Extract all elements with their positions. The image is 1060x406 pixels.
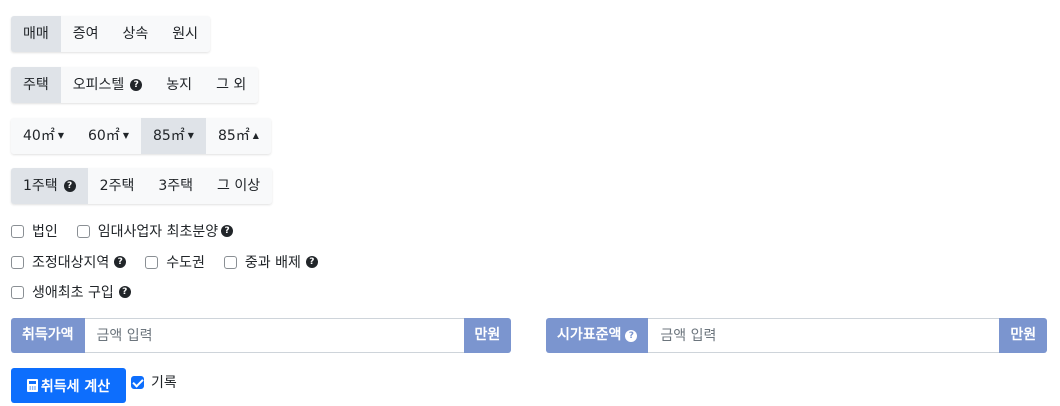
- acquisition-price-label: 취득가액: [11, 318, 85, 353]
- caret-down-icon: ▼: [122, 131, 129, 140]
- area-60[interactable]: 60㎡ ▼: [75, 118, 141, 154]
- area-40[interactable]: 40㎡ ▼: [11, 118, 76, 154]
- trade-type-original[interactable]: 원시: [160, 16, 211, 52]
- corporation-label: 법인: [32, 224, 58, 240]
- acquisition-price-group: 취득가액 만원: [11, 318, 512, 353]
- regulated-area-label: 조정대상지역: [32, 255, 110, 271]
- calculate-tax-label: 취득세 계산: [40, 378, 111, 395]
- property-type-group: 주택 오피스텔 ? 농지 그 외: [11, 67, 259, 103]
- standard-price-input[interactable]: [648, 318, 1000, 353]
- heavy-tax-exclusion-label: 중과 배제: [244, 255, 301, 271]
- acquisition-price-input[interactable]: [84, 318, 464, 353]
- question-circle-icon[interactable]: ?: [221, 225, 234, 237]
- house-count-1[interactable]: 1주택 ?: [11, 168, 88, 204]
- trade-type-gift[interactable]: 증여: [60, 16, 111, 52]
- property-type-farmland[interactable]: 농지: [154, 67, 205, 103]
- house-count-3[interactable]: 3주택: [146, 168, 206, 204]
- caret-down-icon: ▼: [57, 131, 64, 140]
- acquisition-price-unit: 만원: [463, 318, 512, 353]
- checkbox[interactable]: [76, 224, 90, 238]
- calculate-tax-button[interactable]: 취득세 계산: [11, 368, 126, 403]
- standard-price-unit: 만원: [999, 318, 1048, 353]
- area-85-below[interactable]: 85㎡ ▼: [140, 118, 206, 154]
- standard-price-label: 시가표준액: [557, 327, 622, 343]
- checkbox[interactable]: [145, 255, 159, 269]
- house-count-2[interactable]: 2주택: [87, 168, 147, 204]
- caret-up-icon: ▲: [252, 131, 259, 140]
- capital-area-check[interactable]: 수도권: [145, 252, 205, 272]
- trade-type-group: 매매 증여 상속 원시: [11, 16, 211, 52]
- area-group: 40㎡ ▼ 60㎡ ▼ 85㎡ ▼ 85㎡ ▲: [11, 118, 271, 154]
- checkbox[interactable]: [131, 375, 144, 389]
- tax-calculator: 매매 증여 상속 원시 주택 오피스텔 ? 농지 그 외 40㎡ ▼ 60㎡ ▼…: [0, 0, 1060, 406]
- checkbox-row-1: 법인 임대사업자 최초분양 ?: [11, 221, 252, 241]
- first-purchase-label: 생애최초 구입: [32, 285, 114, 301]
- property-type-officetel-label: 오피스텔: [72, 77, 125, 93]
- heavy-tax-exclusion-check[interactable]: 중과 배제 ?: [223, 252, 318, 272]
- capital-area-label: 수도권: [166, 255, 205, 271]
- house-count-group: 1주택 ? 2주택 3주택 그 이상: [11, 168, 273, 204]
- checkbox[interactable]: [11, 285, 24, 299]
- house-count-1-label: 1주택: [23, 178, 58, 194]
- question-circle-icon[interactable]: ?: [114, 256, 127, 268]
- corporation-check[interactable]: 법인: [11, 221, 58, 241]
- record-check[interactable]: 기록: [131, 372, 177, 392]
- question-circle-icon[interactable]: ?: [625, 329, 638, 342]
- area-85-above[interactable]: 85㎡ ▲: [205, 118, 271, 154]
- property-type-officetel[interactable]: 오피스텔 ?: [60, 67, 155, 103]
- question-circle-icon[interactable]: ?: [305, 256, 318, 268]
- question-circle-icon[interactable]: ?: [118, 286, 131, 298]
- property-type-other[interactable]: 그 외: [204, 67, 259, 103]
- checkbox-row-3: 생애최초 구입 ?: [11, 282, 150, 302]
- house-count-more[interactable]: 그 이상: [205, 168, 273, 204]
- question-circle-icon[interactable]: ?: [63, 180, 76, 192]
- rental-first-sale-label: 임대사업자 최초분양: [97, 224, 219, 240]
- caret-down-icon: ▼: [187, 131, 194, 140]
- trade-type-inheritance[interactable]: 상속: [110, 16, 161, 52]
- area-85-above-label: 85㎡: [217, 128, 250, 144]
- checkbox-row-2: 조정대상지역 ? 수도권 중과 배제 ?: [11, 252, 337, 272]
- calculator-icon: [26, 379, 38, 392]
- standard-price-addon: 시가표준액 ?: [546, 318, 649, 353]
- property-type-house[interactable]: 주택: [11, 67, 61, 103]
- area-85-below-label: 85㎡: [152, 128, 185, 144]
- checkbox[interactable]: [11, 224, 24, 238]
- checkbox[interactable]: [11, 255, 24, 269]
- area-40-label: 40㎡: [23, 128, 55, 144]
- trade-type-sale[interactable]: 매매: [11, 16, 61, 52]
- area-60-label: 60㎡: [87, 128, 120, 144]
- rental-first-sale-check[interactable]: 임대사업자 최초분양 ?: [76, 221, 234, 241]
- first-purchase-check[interactable]: 생애최초 구입 ?: [11, 282, 131, 302]
- checkbox[interactable]: [223, 255, 237, 269]
- regulated-area-check[interactable]: 조정대상지역 ?: [11, 252, 127, 272]
- record-label: 기록: [151, 375, 177, 391]
- standard-price-group: 시가표준액 ? 만원: [546, 318, 1048, 353]
- question-circle-icon[interactable]: ?: [130, 79, 143, 91]
